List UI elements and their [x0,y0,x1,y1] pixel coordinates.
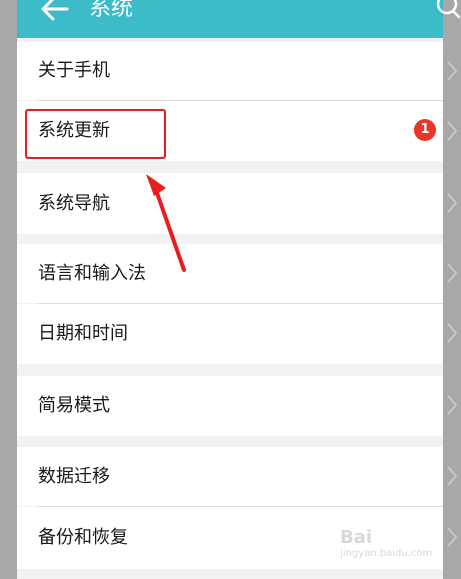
settings-item-system-navigation[interactable]: 系统导航 [17,173,443,234]
item-label: 备份和恢复 [38,527,128,548]
watermark-line1: Bai [340,527,373,548]
chevron-right-icon [446,322,458,344]
chevron-right-icon [446,394,458,416]
settings-item-date-time[interactable]: 日期和时间 [17,304,443,364]
settings-item-data-migration[interactable]: 数据迁移 [17,447,443,506]
settings-item-about-phone[interactable]: 关于手机 [17,42,443,100]
chevron-right-icon [446,120,458,142]
update-badge: 1 [414,119,436,141]
highlight-box [25,109,166,159]
chevron-right-icon [446,262,458,284]
chevron-right-icon [446,192,458,214]
item-label: 系统导航 [38,193,110,214]
chevron-right-icon [446,465,458,487]
chevron-right-icon [446,526,458,548]
annotation-arrow-icon [146,174,186,272]
item-label: 日期和时间 [38,323,128,344]
app-bar: 系统 [17,0,443,38]
chevron-right-icon [446,60,458,82]
back-arrow-icon[interactable] [39,0,71,24]
settings-item-simple-mode[interactable]: 简易模式 [17,376,443,436]
page-title: 系统 [89,0,134,21]
item-label: 数据迁移 [38,466,110,487]
watermark-line2: jingyan.baidu.com [340,548,433,559]
watermark: Bai jingyan.baidu.com [340,527,440,570]
settings-screen: 系统 关于手机 系统更新 系统导航 语言和输入法 日期和时间 简易模式 数据迁移… [17,0,443,579]
item-label: 关于手机 [38,60,110,81]
item-label: 语言和输入法 [38,263,146,284]
search-icon[interactable] [433,0,461,22]
item-label: 简易模式 [38,395,110,416]
settings-item-language-input[interactable]: 语言和输入法 [17,244,443,303]
